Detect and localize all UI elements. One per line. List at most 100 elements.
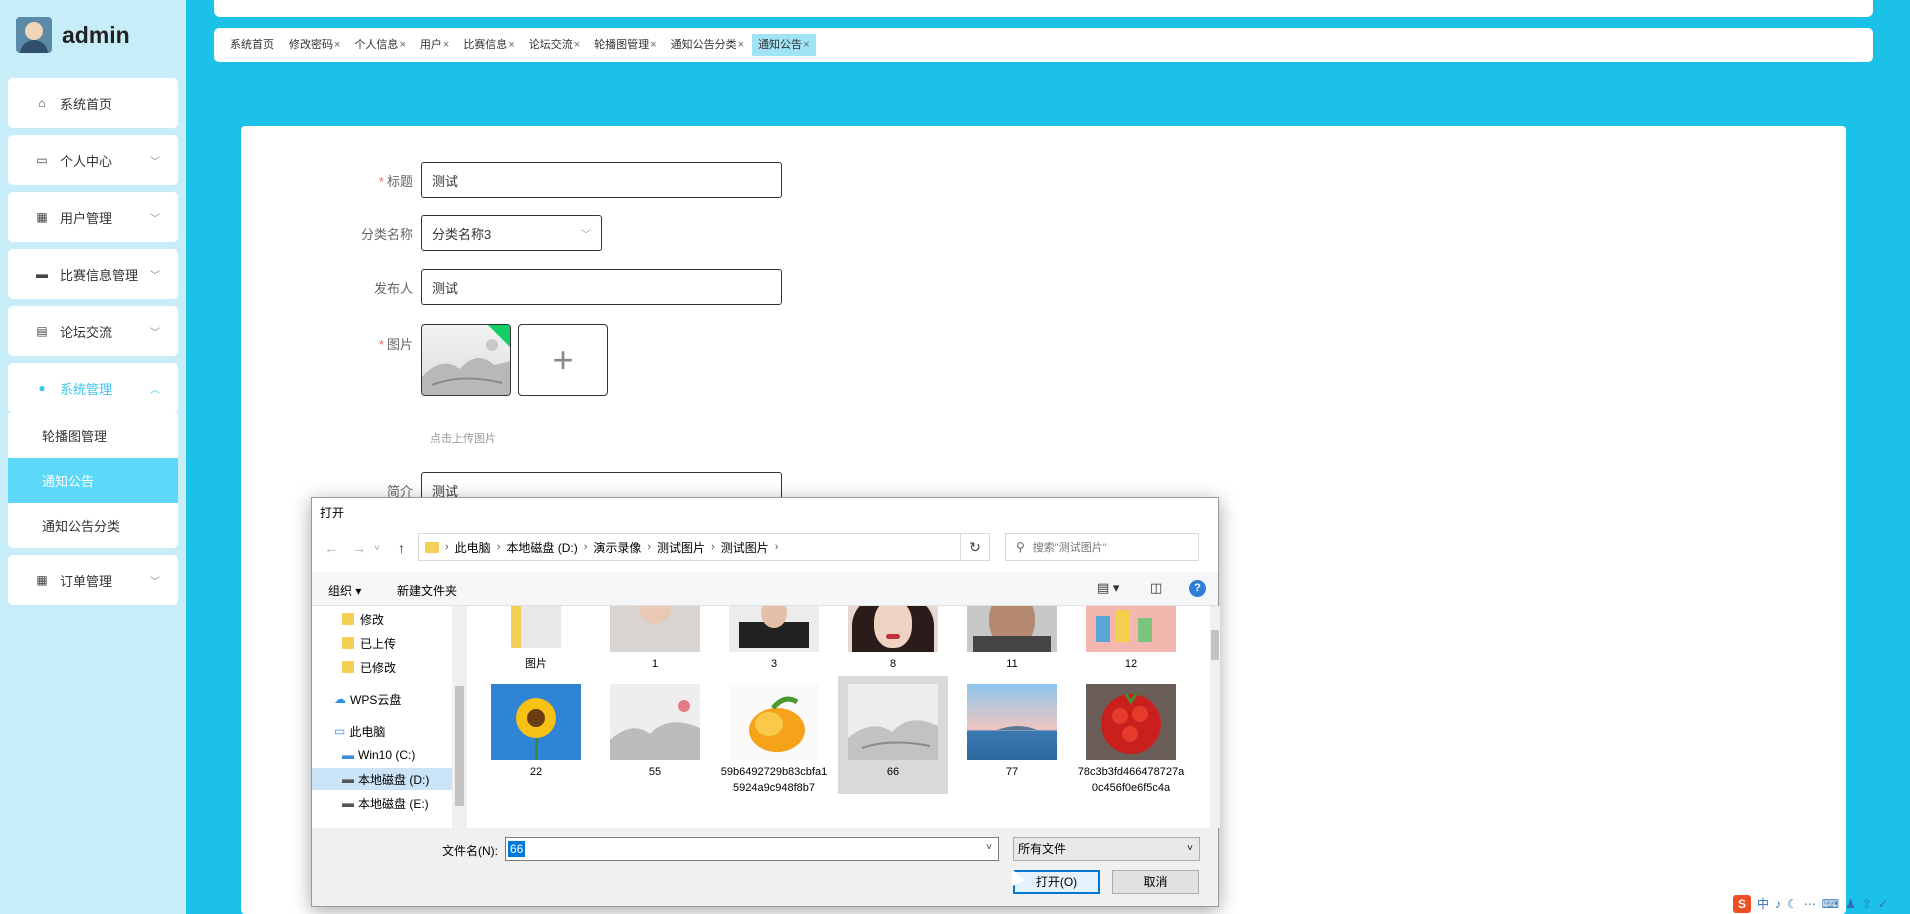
open-button[interactable]: 打开(O) bbox=[1013, 870, 1100, 894]
image-thumbnail bbox=[967, 684, 1057, 760]
file-tile[interactable]: 11 bbox=[957, 606, 1067, 686]
file-tile[interactable]: 77 bbox=[957, 676, 1067, 794]
breadcrumb-item[interactable]: 本地磁盘 (D:) bbox=[506, 539, 577, 556]
form-row-title: * 标题 测试 bbox=[241, 162, 782, 198]
organize-button[interactable]: 组织 ▾ bbox=[328, 582, 361, 599]
breadcrumb-separator: › bbox=[774, 541, 779, 553]
close-icon[interactable]: × bbox=[508, 39, 514, 51]
close-icon[interactable]: × bbox=[443, 39, 449, 51]
punctuation-icon[interactable]: ♪ bbox=[1775, 897, 1781, 911]
tab-users[interactable]: 用户× bbox=[414, 34, 455, 56]
close-icon[interactable]: × bbox=[574, 39, 580, 51]
file-tile[interactable]: 图片 bbox=[481, 606, 591, 686]
close-icon[interactable]: × bbox=[803, 39, 809, 51]
sidebar-item-profile[interactable]: ▭ 个人中心 ﹀ bbox=[8, 135, 178, 185]
drive-icon: ▬ bbox=[342, 796, 354, 810]
nav-item[interactable]: ▭ 此电脑 bbox=[312, 720, 452, 742]
breadcrumb-item[interactable]: 此电脑 bbox=[455, 539, 491, 556]
category-select[interactable]: 分类名称3 ﹀ bbox=[421, 215, 602, 251]
sidebar-item-matches[interactable]: ▬ 比赛信息管理 ﹀ bbox=[8, 249, 178, 299]
new-folder-button[interactable]: 新建文件夹 bbox=[397, 582, 457, 599]
dialog-title: 打开 bbox=[312, 498, 1218, 528]
file-tile[interactable]: 12 bbox=[1076, 606, 1186, 686]
file-list-scrollbar[interactable] bbox=[1210, 606, 1220, 828]
moon-icon[interactable]: ☾ bbox=[1787, 897, 1798, 911]
tab-forum[interactable]: 论坛交流× bbox=[523, 34, 586, 56]
breadcrumb-separator: › bbox=[583, 541, 588, 553]
tab-matches[interactable]: 比赛信息× bbox=[457, 34, 520, 56]
chevron-down-icon[interactable]: ˅ bbox=[986, 842, 992, 853]
nav-item[interactable]: ▬ 本地磁盘 (E:) bbox=[312, 792, 452, 814]
tab-profile[interactable]: 个人信息× bbox=[348, 34, 411, 56]
sea-image bbox=[997, 726, 1037, 730]
cancel-button[interactable]: 取消 bbox=[1112, 870, 1199, 894]
breadcrumb-item[interactable]: 测试图片 bbox=[657, 539, 705, 556]
breadcrumb-item[interactable]: 测试图片 bbox=[721, 539, 769, 556]
nav-scrollbar[interactable] bbox=[452, 606, 467, 828]
home-icon: ⌂ bbox=[38, 96, 46, 110]
nav-item[interactable]: ☁ WPS云盘 bbox=[312, 688, 452, 710]
nav-item[interactable]: 修改 bbox=[312, 608, 452, 630]
sidebar-item-home[interactable]: ⌂ 系统首页 bbox=[8, 78, 178, 128]
dots-icon[interactable]: ⋯ bbox=[1804, 897, 1816, 911]
keyboard-icon[interactable]: ⌨ bbox=[1822, 897, 1839, 911]
sidebar-subitem-notice-category[interactable]: 通知公告分类 bbox=[8, 503, 178, 548]
system-tray: S 中 ♪ ☾ ⋯ ⌨ ♟ ⇧ ✓ bbox=[1733, 893, 1910, 914]
address-bar[interactable]: › 此电脑 › 本地磁盘 (D:) › 演示录像 › 测试图片 › 测试图片 ›… bbox=[418, 533, 987, 561]
file-tile[interactable]: 8 bbox=[838, 606, 948, 686]
recent-chevron-icon[interactable]: ˅ bbox=[374, 543, 380, 554]
filetype-select[interactable]: 所有文件 ˅ bbox=[1013, 837, 1200, 861]
tab-notice-category[interactable]: 通知公告分类× bbox=[665, 34, 750, 56]
sidebar-subitem-carousel[interactable]: 轮播图管理 bbox=[8, 413, 178, 458]
nav-item[interactable]: ▬ Win10 (C:) bbox=[312, 744, 452, 766]
title-input[interactable]: 测试 bbox=[421, 162, 782, 198]
uploaded-image-thumb[interactable] bbox=[421, 324, 511, 396]
sidebar-item-system[interactable]: ● 系统管理 ︿ bbox=[8, 363, 178, 413]
preview-pane-icon[interactable]: ◫ bbox=[1150, 580, 1162, 596]
add-image-button[interactable]: + bbox=[518, 324, 608, 396]
close-icon[interactable]: × bbox=[399, 39, 405, 51]
sogou-input-icon[interactable]: S bbox=[1733, 894, 1751, 913]
breadcrumb-item[interactable]: 演示录像 bbox=[593, 539, 641, 556]
publisher-input[interactable]: 测试 bbox=[421, 269, 782, 305]
forward-arrow-icon[interactable]: → bbox=[352, 540, 366, 556]
close-icon[interactable]: × bbox=[650, 39, 656, 51]
sidebar-item-users[interactable]: ▦ 用户管理 ﹀ bbox=[8, 192, 178, 242]
file-tile[interactable]: 59b6492729b83cbfa15924a9c948f8b7 bbox=[719, 676, 829, 794]
sidebar-subitem-notice[interactable]: 通知公告 bbox=[8, 458, 178, 503]
close-icon[interactable]: × bbox=[738, 39, 744, 51]
tab-password[interactable]: 修改密码× bbox=[283, 34, 346, 56]
up-arrow-icon[interactable]: ↑ bbox=[398, 540, 405, 556]
drive-icon: ▬ bbox=[342, 772, 354, 786]
upload-hint: 点击上传图片 bbox=[430, 433, 496, 445]
title-label-text: 标题 bbox=[386, 173, 413, 189]
search-input[interactable]: ⚲ 搜索"测试图片" bbox=[1005, 533, 1199, 561]
file-tile[interactable]: 78c3b3fd466478727a0c456f0e6f5c4a bbox=[1076, 676, 1186, 794]
tab-carousel[interactable]: 轮播图管理× bbox=[588, 34, 662, 56]
file-tile-selected[interactable]: 66 bbox=[838, 676, 948, 794]
refresh-button[interactable]: ↻ bbox=[960, 533, 990, 561]
check-icon[interactable]: ✓ bbox=[1878, 897, 1888, 911]
nav-item[interactable]: ▬ 本地磁盘 (D:) bbox=[312, 768, 452, 790]
ime-chinese-icon[interactable]: 中 bbox=[1757, 895, 1769, 912]
help-icon[interactable]: ? bbox=[1189, 580, 1206, 597]
user-icon[interactable]: ♟ bbox=[1845, 897, 1856, 911]
shift-icon[interactable]: ⇧ bbox=[1862, 897, 1872, 911]
close-icon[interactable]: × bbox=[334, 39, 340, 51]
file-tile[interactable]: 22 bbox=[481, 676, 591, 794]
filename-input[interactable]: 66 ˅ bbox=[505, 837, 999, 861]
top-header bbox=[214, 0, 1873, 17]
tab-notice[interactable]: 通知公告× bbox=[752, 34, 816, 56]
scroll-thumb[interactable] bbox=[1211, 630, 1219, 660]
tab-home[interactable]: 系统首页 bbox=[224, 34, 281, 56]
file-tile[interactable]: 3 bbox=[719, 606, 829, 686]
nav-item[interactable]: 已修改 bbox=[312, 656, 452, 678]
sidebar-item-orders[interactable]: ▦ 订单管理 ﹀ bbox=[8, 555, 178, 605]
back-arrow-icon[interactable]: ← bbox=[324, 540, 338, 556]
file-tile[interactable]: 1 bbox=[600, 606, 710, 686]
sidebar-item-forum[interactable]: ▤ 论坛交流 ﹀ bbox=[8, 306, 178, 356]
nav-item[interactable]: 已上传 bbox=[312, 632, 452, 654]
file-tile[interactable]: 55 bbox=[600, 676, 710, 794]
view-options-icon[interactable]: ▤ ▾ bbox=[1097, 580, 1119, 596]
scroll-thumb[interactable] bbox=[455, 686, 464, 806]
